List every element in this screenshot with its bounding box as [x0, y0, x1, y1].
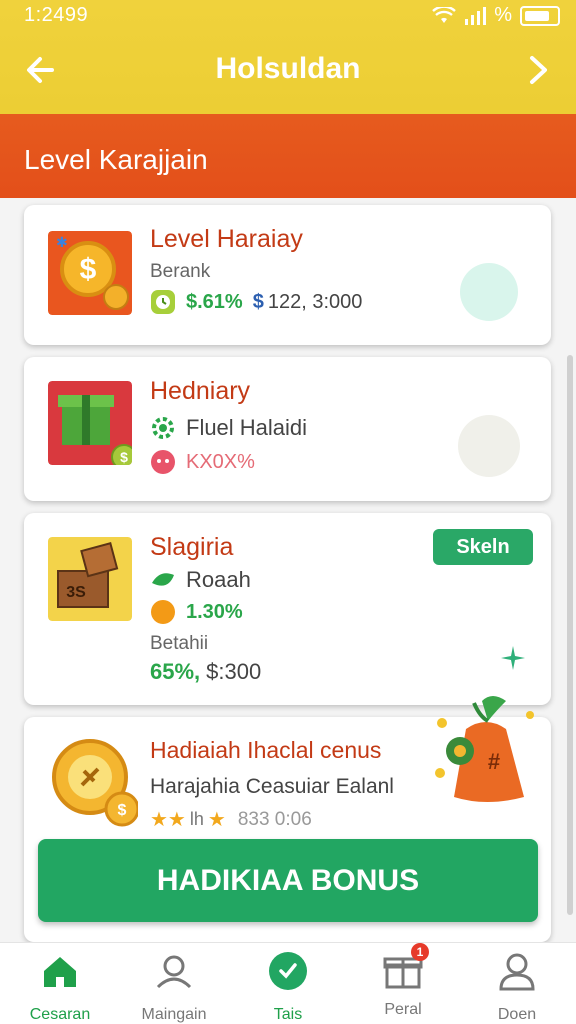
status-bar: 1:2499 %: [0, 0, 576, 30]
status-badge[interactable]: Skeln: [433, 529, 533, 565]
clock-icon: [151, 290, 175, 314]
rating-value: 833 0:06: [237, 808, 312, 830]
card-line-value: KX0X%: [186, 450, 255, 473]
notification-badge: 1: [411, 943, 429, 961]
gift-box-icon: 1: [383, 943, 429, 991]
stat-amount: 122, 3:000: [267, 290, 363, 313]
level-banner: Level Karajjain: [0, 114, 576, 198]
card-line-2: KX0X%: [150, 449, 255, 475]
stat-currency: $: [252, 290, 264, 313]
treasure-box-icon: 3S: [48, 537, 132, 621]
card-subtitle: Berank: [150, 261, 211, 282]
user-search-icon: [156, 955, 192, 989]
gold-coin-icon: $: [52, 739, 138, 827]
tab-label: Peral: [384, 1001, 422, 1018]
status-indicator[interactable]: [460, 263, 518, 321]
rating-star: ★: [207, 809, 226, 831]
check-circle-icon: [269, 952, 307, 990]
coin-thumbnail-icon: $ ✱: [48, 231, 132, 315]
card-line-text: Fluel Halaidi: [186, 415, 308, 440]
dot-icon: [151, 450, 175, 474]
card-line-text: Harajahia Ceasuiar Ealanl: [150, 775, 394, 798]
bottom-amount: $:300: [206, 659, 262, 684]
status-signal-text: %: [494, 4, 512, 26]
bottom-percent: 65%,: [150, 659, 201, 684]
level-card-2[interactable]: $ Hedniary Fluel Halaidi KX0X%: [24, 357, 551, 501]
card-stats: $.61% $ 122, 3:000: [150, 289, 362, 315]
card-title: Level Haraiay: [150, 225, 303, 253]
card-line-1: Roaah: [150, 567, 251, 593]
card-line-2: 1.30%: [150, 599, 243, 625]
card-bottom-stats: 65%, $:300: [150, 659, 261, 685]
svg-text:$: $: [118, 802, 127, 819]
home-icon: [44, 957, 76, 987]
page-title: Holsuldan: [215, 52, 361, 85]
chevron-right-icon[interactable]: [518, 50, 558, 90]
status-right: %: [432, 4, 560, 27]
stat-percent: $.61%: [186, 290, 243, 313]
top-bar: 1:2499 % Holsuldan: [0, 0, 576, 114]
sparkle-icon: [501, 646, 525, 670]
tab-maingain[interactable]: Maingain: [119, 951, 229, 1024]
tab-peral[interactable]: 1 Peral: [348, 943, 458, 1019]
tab-doen[interactable]: Doen: [462, 951, 572, 1024]
status-time: 1:2499: [24, 4, 89, 26]
leaf-icon: [152, 573, 174, 586]
level-card-3[interactable]: 3S Slagiria Skeln Roaah 1.30% Betahii 65…: [24, 513, 551, 705]
tab-label: Cesaran: [29, 1006, 91, 1023]
wifi-icon: [432, 6, 457, 23]
card-line-1: Fluel Halaidi: [150, 415, 307, 441]
card-title: Hedniary: [150, 377, 251, 405]
banner-title: Level Karajjain: [24, 144, 208, 175]
gift-bag-icon: #: [435, 696, 534, 802]
svg-text:#: #: [488, 749, 500, 774]
card-line-text: Roaah: [186, 567, 251, 592]
rating-text: lh: [189, 809, 204, 829]
gear-icon: [152, 417, 174, 439]
tab-label: Maingain: [141, 1006, 207, 1023]
tab-label: Doen: [497, 1006, 537, 1023]
coin-icon: [151, 600, 175, 624]
profile-icon: [499, 953, 535, 991]
card-title: Hadiaiah Ihaclal cenus: [150, 737, 382, 763]
battery-icon: [520, 5, 560, 26]
bottom-tab-bar: Cesaran Maingain Tais 1 Peral Doen: [0, 942, 576, 1024]
tab-tais[interactable]: Tais: [233, 951, 343, 1024]
tab-label: Tais: [273, 1006, 303, 1023]
gift-thumbnail-icon: $: [48, 381, 132, 465]
card-line-value: 1.30%: [186, 600, 243, 623]
svg-text:3S: 3S: [66, 584, 86, 601]
card-title: Slagiria: [150, 533, 234, 561]
card-subtitle: Betahii: [150, 633, 209, 654]
level-card-1[interactable]: $ ✱ Level Haraiay Berank $.61% $ 122, 3:…: [24, 205, 551, 345]
svg-text:$: $: [80, 253, 97, 286]
svg-text:✱: ✱: [56, 234, 68, 250]
rating-stars: ★★: [150, 809, 186, 831]
signal-icon: [465, 6, 487, 25]
tab-home[interactable]: Cesaran: [5, 951, 115, 1024]
scrollbar[interactable]: [567, 355, 573, 915]
bonus-button[interactable]: HADIKIAA BONUS: [38, 839, 538, 922]
svg-text:$: $: [120, 449, 128, 465]
rating-row: ★★ lh ★ 833 0:06: [150, 807, 312, 832]
status-indicator[interactable]: [458, 415, 520, 477]
